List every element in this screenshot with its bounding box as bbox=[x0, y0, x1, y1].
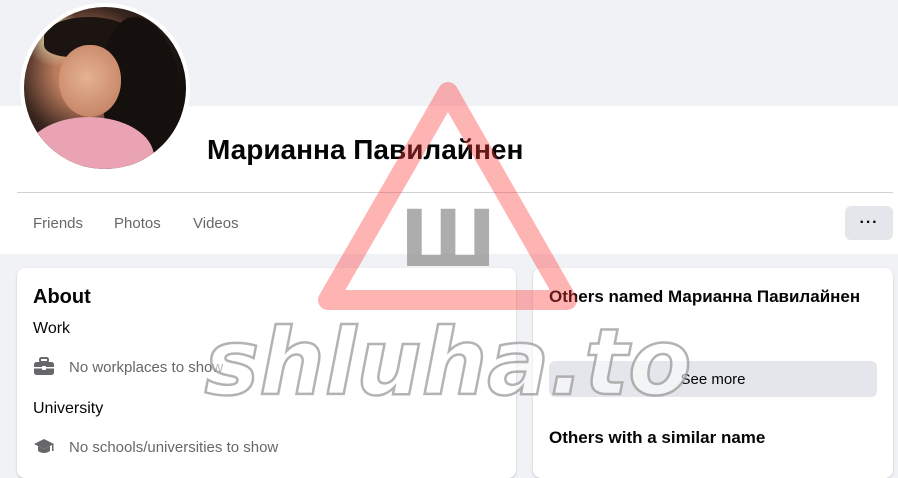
university-text: No schools/universities to show bbox=[69, 438, 279, 456]
more-dots-icon: ··· bbox=[859, 214, 879, 231]
work-text: No workplaces to show bbox=[69, 358, 224, 376]
university-heading: University bbox=[33, 400, 104, 417]
work-heading: Work bbox=[33, 320, 71, 337]
more-options-button[interactable]: ··· bbox=[845, 206, 893, 240]
graduation-cap-icon bbox=[33, 436, 55, 458]
briefcase-icon bbox=[33, 356, 55, 378]
about-title: About bbox=[33, 286, 91, 308]
avatar-face bbox=[59, 45, 121, 117]
profile-avatar[interactable] bbox=[20, 3, 190, 173]
header-divider bbox=[17, 192, 893, 193]
tab-photos[interactable]: Photos bbox=[114, 214, 161, 234]
similar-name-title: Others with a similar name bbox=[549, 428, 766, 447]
profile-name: Марианна Павилайнен bbox=[207, 134, 524, 165]
work-row: No workplaces to show bbox=[33, 356, 223, 378]
see-more-button[interactable]: See more bbox=[549, 361, 877, 397]
university-row: No schools/universities to show bbox=[33, 436, 278, 458]
others-named-title: Others named Марианна Павилайнен bbox=[549, 287, 861, 306]
tab-friends[interactable]: Friends bbox=[33, 214, 83, 234]
others-named-card: Others named Марианна Павилайнен See mor… bbox=[533, 268, 893, 478]
tab-videos[interactable]: Videos bbox=[193, 214, 239, 234]
about-card: About Work No workplaces to show Univers… bbox=[17, 268, 516, 478]
